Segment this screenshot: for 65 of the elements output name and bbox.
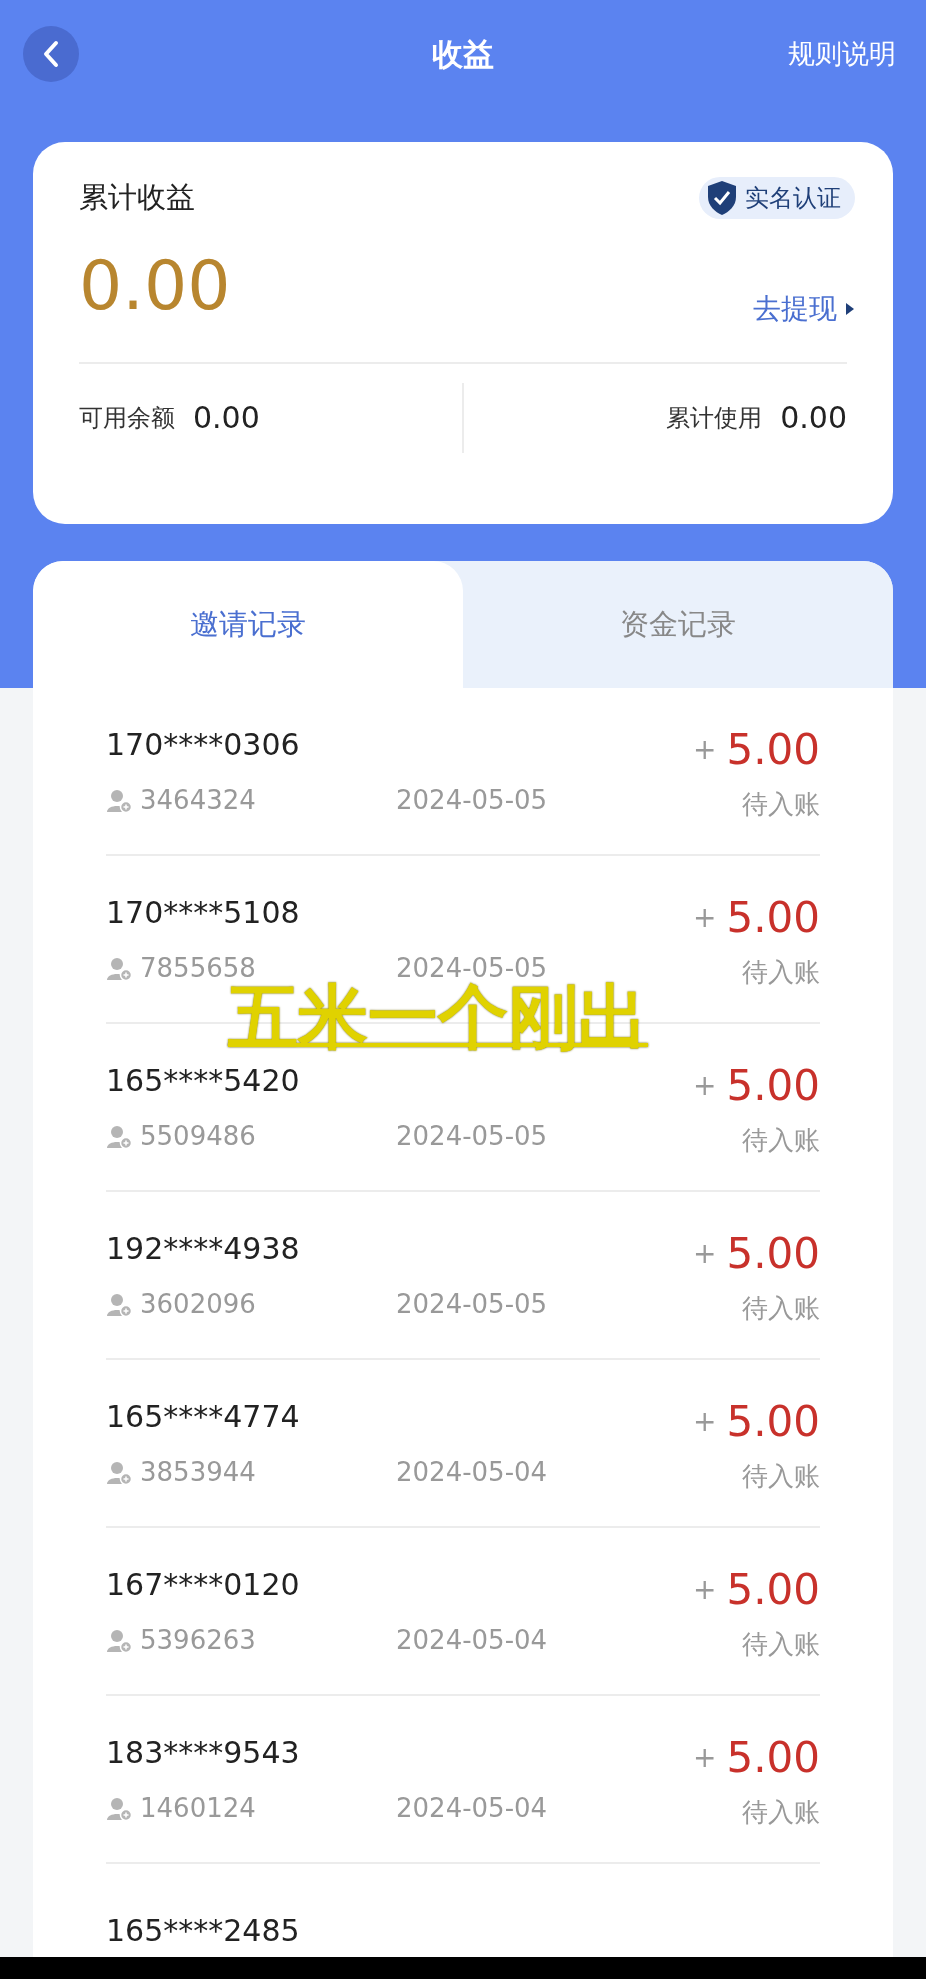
shield-check-icon <box>707 179 737 216</box>
record-date: 2024-05-04 <box>396 1456 548 1489</box>
phone-number: 170****5108 <box>106 894 301 932</box>
plus-sign: + <box>693 731 717 768</box>
record-status: 待入账 <box>742 788 820 821</box>
total-earnings: 0.00 <box>79 251 231 320</box>
user-id: 3464324 <box>140 784 257 817</box>
plus-sign: + <box>693 1235 717 1272</box>
record-date: 2024-05-04 <box>396 1624 548 1657</box>
user-id: 7855658 <box>140 952 257 985</box>
user-add-icon <box>106 1460 132 1485</box>
record-status: 待入账 <box>742 1124 820 1157</box>
overlay-caption: 五米一个刚出 <box>228 982 648 1052</box>
reward-amount: 5.00 <box>726 1732 820 1784</box>
plus-sign: + <box>693 1403 717 1440</box>
withdraw-link[interactable]: 去提现 <box>753 287 855 330</box>
user-id: 3602096 <box>140 1288 257 1321</box>
record-status: 待入账 <box>742 956 820 989</box>
phone-number: 165****5420 <box>106 1062 301 1100</box>
record-date: 2024-05-05 <box>396 784 548 817</box>
user-add-icon <box>106 1628 132 1653</box>
record-date: 2024-05-05 <box>396 1288 548 1321</box>
reward-amount: 5.00 <box>726 1564 820 1616</box>
back-button[interactable] <box>23 26 79 82</box>
plus-sign: + <box>693 1739 717 1776</box>
record-status: 待入账 <box>742 1460 820 1493</box>
tab[interactable]: 邀请记录 <box>33 561 463 688</box>
plus-sign: + <box>693 1067 717 1104</box>
record-status: 待入账 <box>742 1628 820 1661</box>
phone-number: 192****4938 <box>106 1230 301 1268</box>
user-add-icon <box>106 1292 132 1317</box>
rules-link[interactable]: 规则说明 <box>788 33 896 75</box>
record-date: 2024-05-05 <box>396 952 548 983</box>
record-status: 待入账 <box>742 1292 820 1325</box>
used-amount: 0.00 <box>780 399 847 437</box>
phone-number: 167****0120 <box>106 1566 301 1604</box>
user-add-icon <box>106 1796 132 1821</box>
user-id: 3853944 <box>140 1456 257 1489</box>
user-id: 5396263 <box>140 1624 257 1657</box>
available-label: 可用余额 <box>79 402 175 434</box>
record-date: 2024-05-05 <box>396 1120 548 1153</box>
reward-amount: 5.00 <box>726 1396 820 1448</box>
user-add-icon <box>106 788 132 813</box>
user-add-icon <box>106 1124 132 1149</box>
available-balance: 0.00 <box>193 399 260 437</box>
user-id: 5509486 <box>140 1120 257 1153</box>
used-label: 累计使用 <box>666 402 763 434</box>
phone-number: 183****9543 <box>106 1734 301 1772</box>
reward-amount: 5.00 <box>726 892 820 944</box>
reward-amount: 5.00 <box>726 1228 820 1280</box>
reward-amount: 5.00 <box>726 724 820 776</box>
plus-sign: + <box>693 899 717 936</box>
phone-number: 170****0306 <box>106 726 301 764</box>
card-title: 累计收益 <box>79 179 195 216</box>
verified-badge: 实名认证 <box>699 176 855 219</box>
user-id: 1460124 <box>140 1792 257 1825</box>
record-status: 待入账 <box>742 1796 820 1829</box>
phone-number: 165****2485 <box>106 1913 300 1948</box>
reward-amount: 5.00 <box>726 1060 820 1112</box>
triangle-right-icon <box>845 301 855 316</box>
page-title: 收益 <box>432 34 494 74</box>
user-add-icon <box>106 956 132 981</box>
record-date: 2024-05-04 <box>396 1792 548 1825</box>
plus-sign: + <box>693 1571 717 1608</box>
phone-number: 165****4774 <box>106 1398 301 1436</box>
